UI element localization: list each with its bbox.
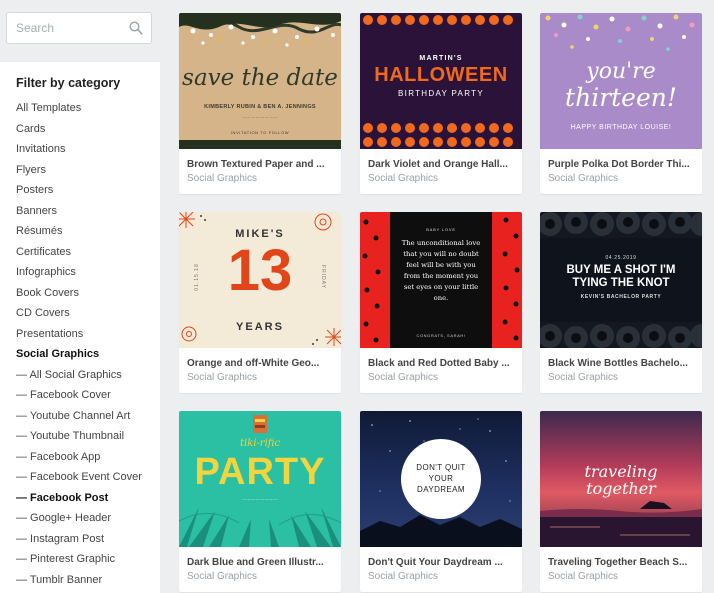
art-headline: HALLOWEEN bbox=[374, 64, 508, 86]
art-number: 13 bbox=[227, 238, 293, 303]
art-line1: you're bbox=[586, 59, 656, 84]
template-thumbnail: BABY LOVE The unconditional love that yo… bbox=[360, 212, 522, 348]
template-card[interactable]: MARTIN'S HALLOWEEN BIRTHDAY PARTY Dark V… bbox=[360, 13, 522, 194]
category-item-facebook-event-cover[interactable]: — Facebook Event Cover bbox=[16, 467, 142, 488]
art-headline: save the date bbox=[182, 65, 338, 91]
category-item-presentations[interactable]: Presentations bbox=[16, 324, 142, 345]
category-item-pinterest-graphic[interactable]: — Pinterest Graphic bbox=[16, 549, 142, 570]
category-item-youtube-thumbnail[interactable]: — Youtube Thumbnail bbox=[16, 426, 142, 447]
category-item-facebook-app[interactable]: — Facebook App bbox=[16, 447, 142, 468]
template-card[interactable]: 04.25.2019 BUY ME A SHOT I'M TYING THE K… bbox=[540, 212, 702, 393]
category-item-social-graphics[interactable]: Social Graphics bbox=[16, 344, 142, 365]
art-footer: INVITATION TO FOLLOW bbox=[230, 130, 290, 135]
card-title: Dark Blue and Green Illustr... bbox=[187, 557, 324, 568]
art-divider: — — — — — — — — bbox=[242, 115, 278, 119]
card-title: Brown Textured Paper and ... bbox=[187, 159, 325, 170]
category-item-cards[interactable]: Cards bbox=[16, 119, 142, 140]
search-input[interactable] bbox=[7, 13, 117, 43]
category-item-google-header[interactable]: — Google+ Header bbox=[16, 508, 142, 529]
template-thumbnail: 04.25.2019 BUY ME A SHOT I'M TYING THE K… bbox=[540, 212, 702, 348]
card-category: Social Graphics bbox=[368, 173, 439, 184]
search-box[interactable] bbox=[6, 12, 152, 44]
card-category: Social Graphics bbox=[548, 173, 619, 184]
art-subtitle: HAPPY BIRTHDAY LOUISE! bbox=[570, 124, 672, 131]
card-category: Social Graphics bbox=[187, 571, 258, 582]
category-item-flyers[interactable]: Flyers bbox=[16, 160, 142, 181]
category-item-facebook-post[interactable]: — Facebook Post bbox=[16, 488, 142, 509]
category-item-all-templates[interactable]: All Templates bbox=[16, 98, 142, 119]
template-card[interactable]: MIKE'S 13 YEARS 01.15.18 FRIDAY Orange a… bbox=[179, 212, 341, 393]
category-item-book-covers[interactable]: Book Covers bbox=[16, 283, 142, 304]
art-script: tiki-rific bbox=[239, 438, 281, 449]
art-headline: traveling together bbox=[584, 462, 658, 498]
template-card[interactable]: you're thirteen! HAPPY BIRTHDAY LOUISE! … bbox=[540, 13, 702, 194]
template-thumbnail: tiki-rific PARTY — — — — — — — — bbox=[179, 411, 341, 547]
category-item-tumblr-banner[interactable]: — Tumblr Banner bbox=[16, 570, 142, 591]
category-item-invitations[interactable]: Invitations bbox=[16, 139, 142, 160]
template-thumbnail: you're thirteen! HAPPY BIRTHDAY LOUISE! bbox=[540, 13, 702, 149]
card-title: Purple Polka Dot Border Thi... bbox=[548, 159, 690, 170]
art-name: MARTIN'S bbox=[419, 55, 463, 62]
template-card[interactable]: BABY LOVE The unconditional love that yo… bbox=[360, 212, 522, 393]
art-quote: The unconditional love that you will no … bbox=[401, 239, 481, 302]
category-item-posters[interactable]: Posters bbox=[16, 180, 142, 201]
card-title: Dark Violet and Orange Hall... bbox=[368, 159, 508, 170]
template-card[interactable]: DON'T QUIT YOUR DAYDREAM Don't Quit Your… bbox=[360, 411, 522, 592]
art-names: KIMBERLY RUBIN & BEN A. JENNINGS bbox=[204, 104, 316, 110]
art-headline: thirteen! bbox=[565, 83, 677, 112]
art-day: FRIDAY bbox=[320, 265, 326, 289]
art-headline: PARTY bbox=[194, 451, 326, 493]
card-title: Black Wine Bottles Bachelo... bbox=[548, 358, 688, 369]
card-title: Don't Quit Your Daydream ... bbox=[368, 557, 503, 568]
category-item-banners[interactable]: Banners bbox=[16, 201, 142, 222]
template-thumbnail: traveling together bbox=[540, 411, 702, 547]
search-area bbox=[0, 0, 160, 62]
search-icon[interactable] bbox=[129, 21, 143, 35]
art-subtitle: KEVIN'S BACHELOR PARTY bbox=[580, 294, 662, 300]
card-category: Social Graphics bbox=[548, 571, 619, 582]
card-title: Orange and off-White Geo... bbox=[187, 358, 320, 369]
card-title: Black and Red Dotted Baby ... bbox=[368, 358, 510, 369]
category-item-all-social-graphics[interactable]: — All Social Graphics bbox=[16, 365, 142, 386]
art-date: 04.25.2019 bbox=[605, 255, 637, 261]
art-details: — — — — — — — — bbox=[242, 497, 278, 501]
category-item-infographics[interactable]: Infographics bbox=[16, 262, 142, 283]
art-headline: DON'T QUIT YOUR DAYDREAM bbox=[416, 463, 466, 494]
card-category: Social Graphics bbox=[548, 372, 619, 383]
category-item-facebook-cover[interactable]: — Facebook Cover bbox=[16, 385, 142, 406]
category-item-instagram-post[interactable]: — Instagram Post bbox=[16, 529, 142, 550]
template-thumbnail: MIKE'S 13 YEARS 01.15.18 FRIDAY bbox=[179, 212, 341, 348]
art-footer: YEARS bbox=[236, 321, 284, 333]
template-thumbnail: MARTIN'S HALLOWEEN BIRTHDAY PARTY bbox=[360, 13, 522, 149]
template-thumbnail: save the date KIMBERLY RUBIN & BEN A. JE… bbox=[179, 13, 341, 149]
art-headline: BUY ME A SHOT I'M TYING THE KNOT bbox=[566, 264, 676, 289]
card-category: Social Graphics bbox=[187, 372, 258, 383]
card-category: Social Graphics bbox=[368, 571, 439, 582]
card-title: Traveling Together Beach S... bbox=[548, 557, 688, 568]
art-subtitle: BIRTHDAY PARTY bbox=[398, 89, 484, 98]
template-card[interactable]: traveling together Traveling Together Be… bbox=[540, 411, 702, 592]
template-card[interactable]: save the date KIMBERLY RUBIN & BEN A. JE… bbox=[179, 13, 341, 194]
template-card[interactable]: tiki-rific PARTY — — — — — — — — Dark Bl… bbox=[179, 411, 341, 592]
category-item-r-sum-s[interactable]: Résumés bbox=[16, 221, 142, 242]
category-list: All Templates Cards Invitations Flyers Poste… bbox=[16, 98, 142, 590]
category-item-certificates[interactable]: Certificates bbox=[16, 242, 142, 263]
card-category: Social Graphics bbox=[187, 173, 258, 184]
filter-heading: Filter by category bbox=[16, 76, 121, 90]
art-date: 01.15.18 bbox=[194, 263, 200, 291]
art-label: BABY LOVE bbox=[426, 227, 456, 232]
filter-sidebar: Filter by category All TemplatesCardsInv… bbox=[0, 0, 160, 593]
category-item-youtube-channel-art[interactable]: — Youtube Channel Art bbox=[16, 406, 142, 427]
art-footer: CONGRATS, SARAH! bbox=[416, 333, 466, 338]
card-category: Social Graphics bbox=[368, 372, 439, 383]
template-thumbnail: DON'T QUIT YOUR DAYDREAM bbox=[360, 411, 522, 547]
category-item-cd-covers[interactable]: CD Covers bbox=[16, 303, 142, 324]
